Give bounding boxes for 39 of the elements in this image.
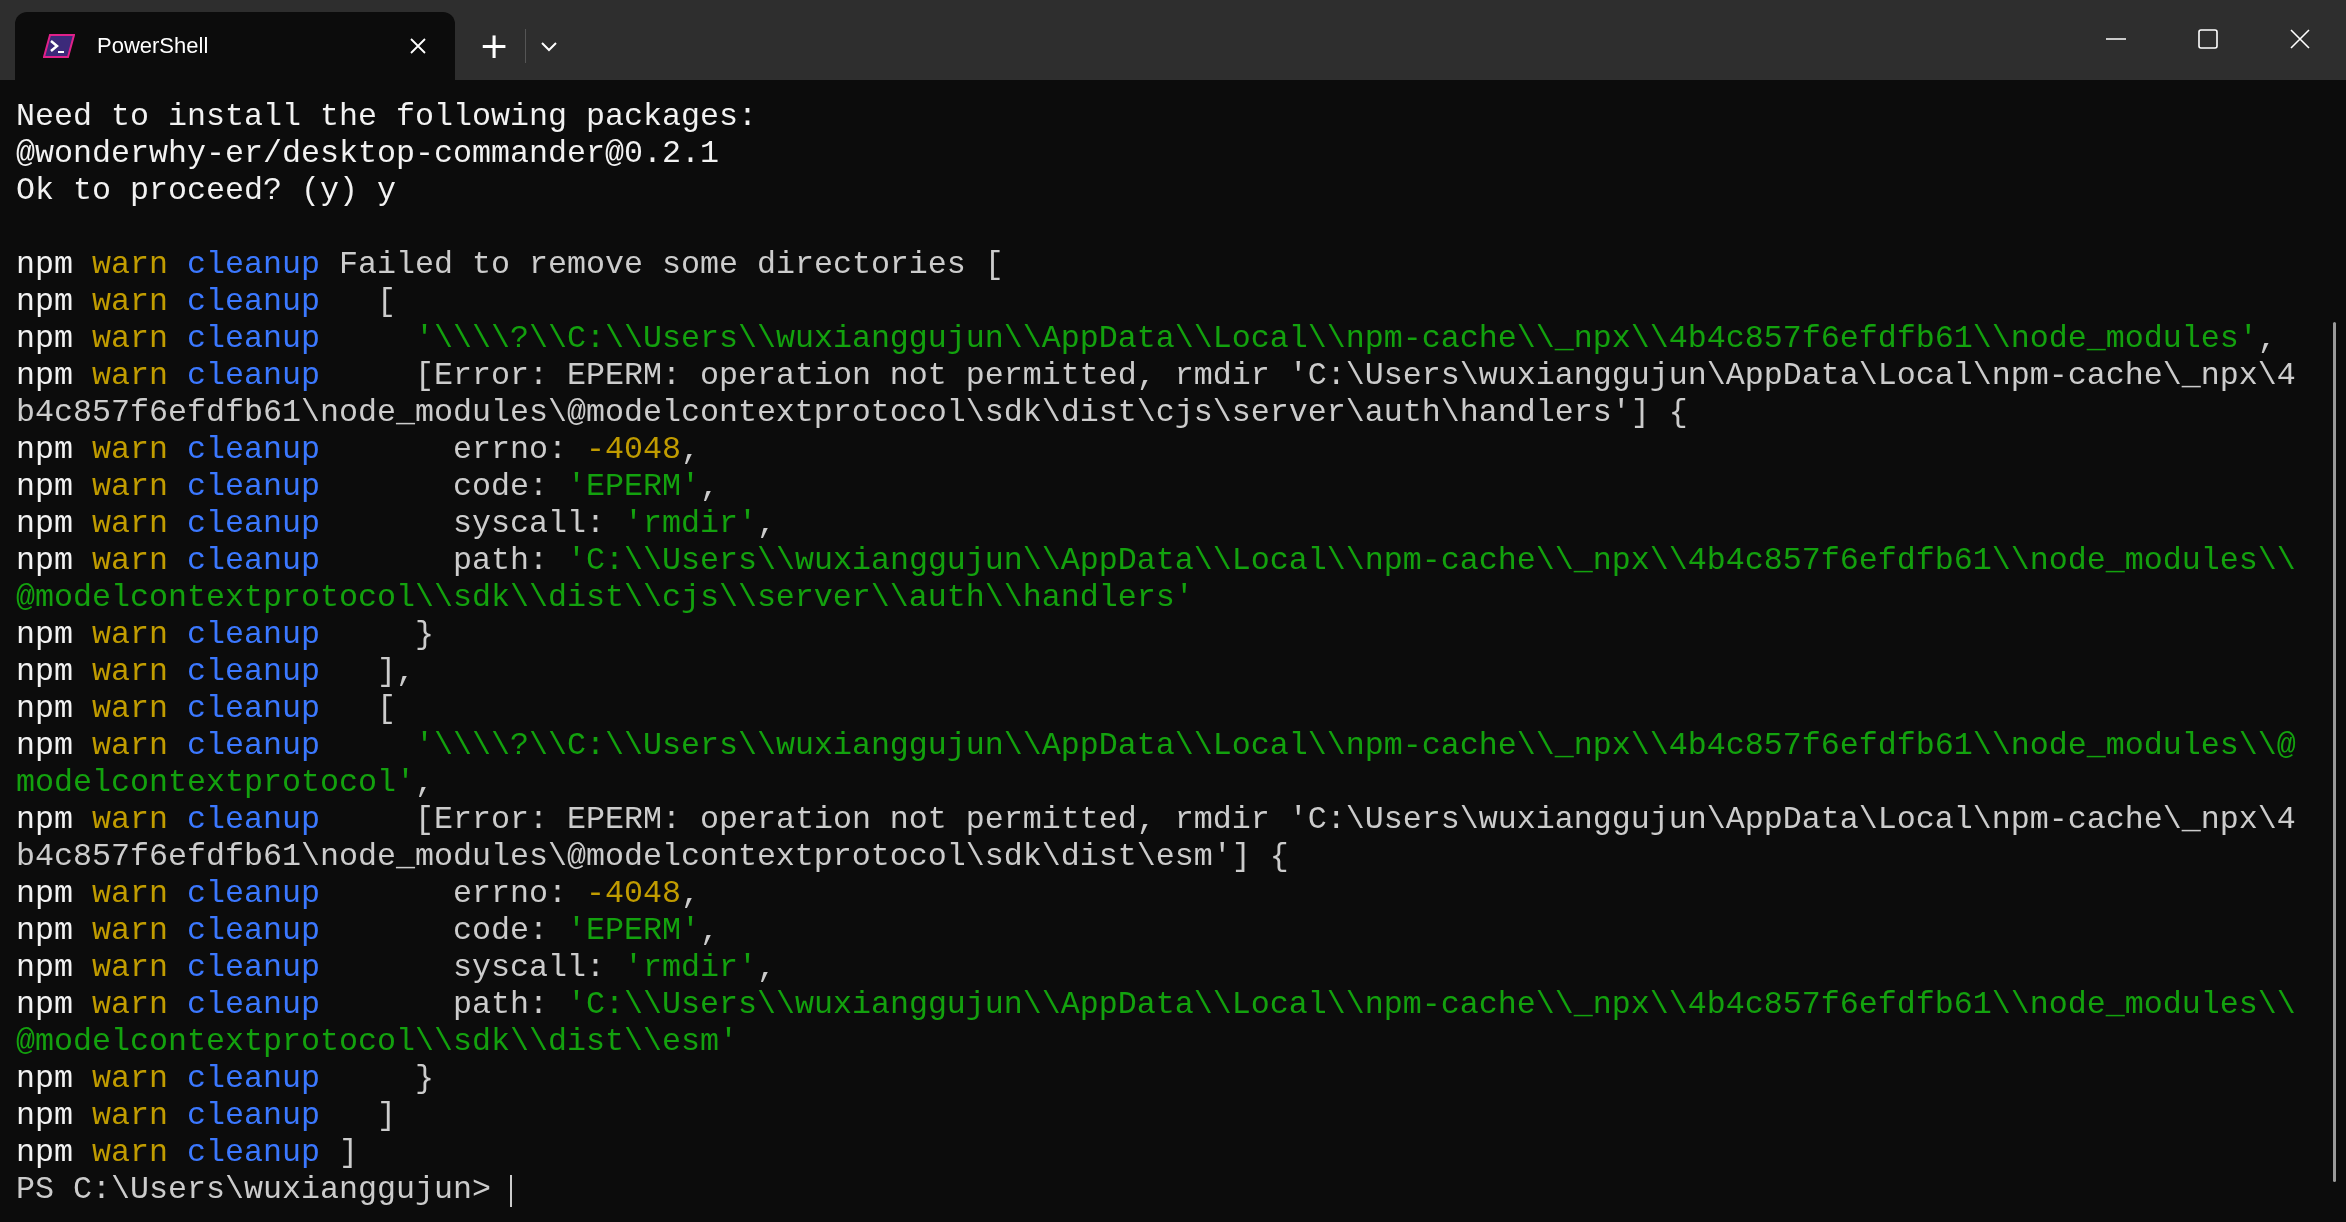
terminal-line: npm warn cleanup ] <box>16 1135 358 1172</box>
terminal-line: npm warn cleanup [Error: EPERM: operation not permitted, rmdir 'C:\Users\wuxianggujun\AppData\Local\npm-cache\_npx\4 <box>16 358 2296 395</box>
tab[interactable]: PowerShell <box>15 12 455 80</box>
terminal-line: Need to install the following packages: <box>16 99 757 136</box>
terminal-line: Ok to proceed? (y) y <box>16 173 396 210</box>
terminal-line: b4c857f6efdfb61\node_modules\@modelcontextprotocol\sdk\dist\cjs\server\auth\handlers'] { <box>16 395 1688 432</box>
new-tab-button[interactable]: + <box>467 24 522 68</box>
terminal-line: npm warn cleanup errno: -4048, <box>16 876 700 913</box>
terminal-line: npm warn cleanup } <box>16 617 434 654</box>
terminal-line: npm warn cleanup code: 'EPERM', <box>16 913 719 950</box>
maximize-icon <box>2198 29 2218 49</box>
terminal-line: npm warn cleanup [ <box>16 691 396 728</box>
terminal-line: npm warn cleanup '\\\\?\\C:\\Users\\wuxianggujun\\AppData\\Local\\npm-cache\\_npx\\4b4c857f6efdfb61\\node_modules\\@ <box>16 728 2296 765</box>
terminal-line: @modelcontextprotocol\\sdk\\dist\\cjs\\server\\auth\\handlers' <box>16 580 1194 617</box>
command-prompt: PS C:\Users\wuxianggujun> <box>16 1172 492 1209</box>
close-icon <box>2290 29 2310 49</box>
terminal-prompt-icon <box>43 33 75 59</box>
terminal-line: npm warn cleanup [ <box>16 284 396 321</box>
close-icon <box>409 37 427 55</box>
terminal-line: npm warn cleanup } <box>16 1061 434 1098</box>
terminal-line: npm warn cleanup path: 'C:\\Users\\wuxianggujun\\AppData\\Local\\npm-cache\\_npx\\4b4c857f6efdfb61\\node_modules\\ <box>16 987 2296 1024</box>
terminal-line: b4c857f6efdfb61\node_modules\@modelcontextprotocol\sdk\dist\esm'] { <box>16 839 1289 876</box>
terminal-line: npm warn cleanup syscall: 'rmdir', <box>16 506 776 543</box>
terminal-line: npm warn cleanup ] <box>16 1098 396 1135</box>
terminal-line: npm warn cleanup errno: -4048, <box>16 432 700 469</box>
terminal-line: npm warn cleanup syscall: 'rmdir', <box>16 950 776 987</box>
terminal-line: npm warn cleanup path: 'C:\\Users\\wuxianggujun\\AppData\\Local\\npm-cache\\_npx\\4b4c857f6efdfb61\\node_modules\\ <box>16 543 2296 580</box>
scrollbar-thumb[interactable] <box>2333 322 2336 1182</box>
terminal-line: @wonderwhy-er/desktop-commander@0.2.1 <box>16 136 719 173</box>
tab-title: PowerShell <box>97 33 210 59</box>
minimize-icon <box>2106 38 2126 40</box>
terminal-line: npm warn cleanup Failed to remove some directories [ <box>16 247 1004 284</box>
terminal-line: npm warn cleanup code: 'EPERM', <box>16 469 719 506</box>
chevron-down-icon <box>540 40 559 52</box>
terminal-line: npm warn cleanup ], <box>16 654 415 691</box>
terminal-line: npm warn cleanup '\\\\?\\C:\\Users\\wuxianggujun\\AppData\\Local\\npm-cache\\_npx\\4b4c857f6efdfb61\\node_modules', <box>16 321 2277 358</box>
terminal-line: @modelcontextprotocol\\sdk\\dist\\esm' <box>16 1024 738 1061</box>
terminal-line: modelcontextprotocol', <box>16 765 434 802</box>
terminal-line: npm warn cleanup [Error: EPERM: operation not permitted, rmdir 'C:\Users\wuxianggujun\AppData\Local\npm-cache\_npx\4 <box>16 802 2296 839</box>
